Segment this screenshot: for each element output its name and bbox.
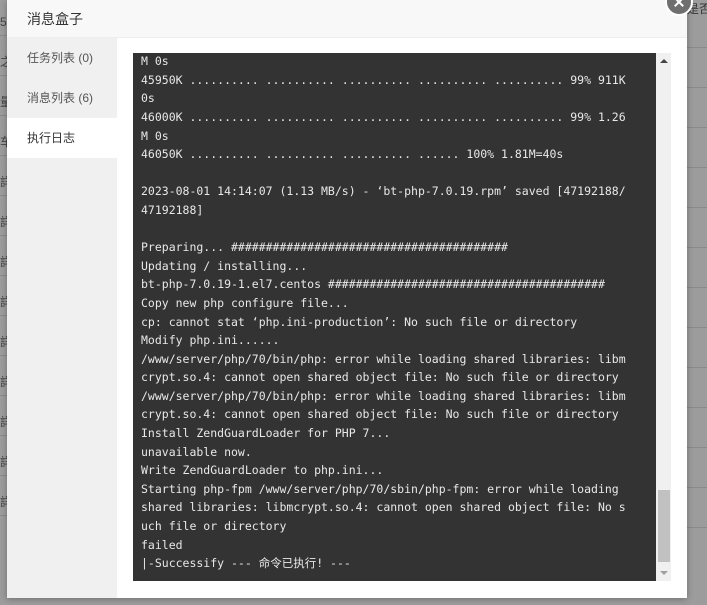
log-line: /www/server/php/70/bin/php: error while … xyxy=(141,351,626,366)
log-line: cp: cannot stat ‘php.ini-production’: No… xyxy=(141,314,578,329)
background-row-divider xyxy=(687,407,707,408)
log-line: 45950K .......... .......... .......... … xyxy=(141,72,626,87)
background-row-divider xyxy=(687,47,707,48)
log-line: bt-php-7.0.19-1.el7.centos #############… xyxy=(141,277,605,292)
background-row-divider xyxy=(687,327,707,328)
background-row-divider xyxy=(687,287,707,288)
log-line: crypt.so.4: cannot open shared object fi… xyxy=(141,407,619,422)
log-line: 46050K .......... .......... .......... … xyxy=(141,147,564,162)
background-row-divider xyxy=(687,127,707,128)
sidebar-item-label: 任务列表 (0) xyxy=(27,51,94,65)
log-line: Updating / installing... xyxy=(141,258,308,273)
background-row-divider xyxy=(687,367,707,368)
log-line: Install ZendGuardLoader for PHP 7... xyxy=(141,426,391,441)
log-line: Preparing... ###########################… xyxy=(141,240,508,255)
log-line: shared libraries: libmcrypt.so.4: cannot… xyxy=(141,500,626,515)
sidebar-item-message-list[interactable]: 消息列表 (6) xyxy=(7,78,117,118)
log-line: Write ZendGuardLoader to php.ini... xyxy=(141,463,384,478)
sidebar-item-label: 消息列表 (6) xyxy=(27,91,94,105)
dialog-title: 消息盒子 xyxy=(27,11,83,27)
log-output[interactable]: M 0s 45950K .......... .......... .......… xyxy=(133,53,656,581)
log-line: |-Successify --- 命令已执行! --- xyxy=(141,556,351,571)
background-row-divider xyxy=(687,527,707,528)
log-line: failed xyxy=(141,537,183,552)
background-row-divider xyxy=(687,447,707,448)
log-text: M 0s 45950K .......... .......... .......… xyxy=(133,53,651,573)
scroll-up-arrow-icon[interactable] xyxy=(660,59,668,63)
log-line: 47192188] xyxy=(141,202,204,217)
log-line: Modify php.ini...... xyxy=(141,333,280,348)
log-line: 2023-08-01 14:14:07 (1.13 MB/s) - ‘bt-ph… xyxy=(141,184,626,199)
scroll-down-arrow-icon[interactable] xyxy=(660,571,668,575)
background-row-divider xyxy=(687,167,707,168)
log-line: unavailable now. xyxy=(141,444,252,459)
log-scrollbar[interactable] xyxy=(656,53,671,581)
log-line: Copy new php configure file... xyxy=(141,295,349,310)
dialog-header: 消息盒子 xyxy=(7,0,687,38)
log-line: M 0s xyxy=(141,128,169,143)
scrollbar-thumb[interactable] xyxy=(658,490,670,562)
background-row-divider xyxy=(687,87,707,88)
log-line: /www/server/php/70/bin/php: error while … xyxy=(141,388,626,403)
log-line: 46000K .......... .......... .......... … xyxy=(141,109,626,124)
sidebar-item-task-list[interactable]: 任务列表 (0) xyxy=(7,38,117,78)
log-line: uch file or directory xyxy=(141,519,287,534)
background-row-divider xyxy=(687,487,707,488)
sidebar-item-label: 执行日志 xyxy=(27,131,76,145)
background-row-divider xyxy=(687,207,707,208)
log-panel: M 0s 45950K .......... .......... .......… xyxy=(117,38,687,598)
background-row-divider xyxy=(687,247,707,248)
log-line: M 0s xyxy=(141,54,169,69)
sidebar: 任务列表 (0) 消息列表 (6) 执行日志 xyxy=(7,38,117,598)
sidebar-item-execution-log[interactable]: 执行日志 xyxy=(7,118,117,158)
log-line: crypt.so.4: cannot open shared object fi… xyxy=(141,370,619,385)
log-line: Starting php-fpm /www/server/php/70/sbin… xyxy=(141,481,619,496)
log-line: 0s xyxy=(141,91,155,106)
message-box-dialog: 消息盒子 任务列表 (0) 消息列表 (6) 执行日志 M 0s 45950K .… xyxy=(7,0,687,598)
